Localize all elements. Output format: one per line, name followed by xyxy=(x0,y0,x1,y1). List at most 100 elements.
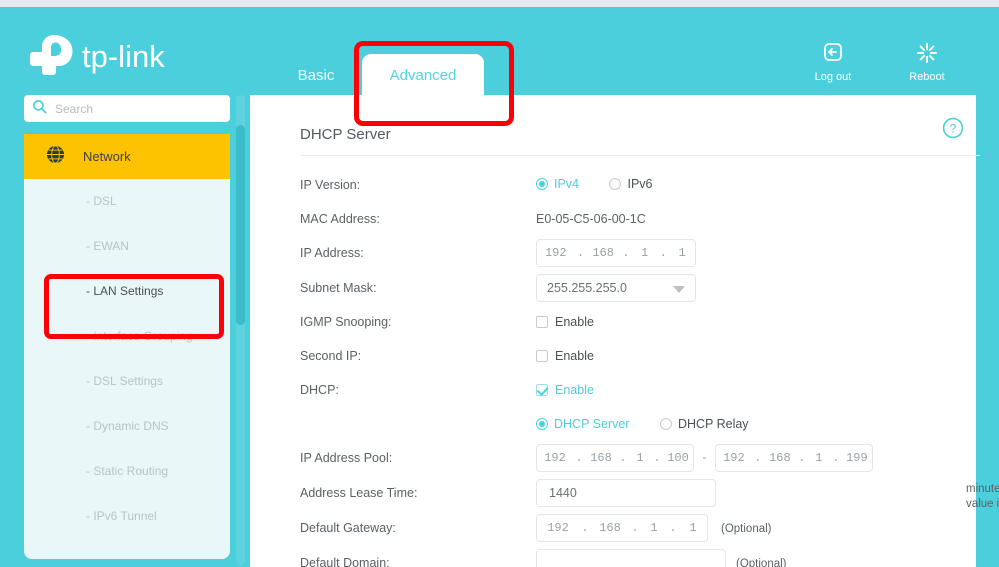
header-actions: Log out Reboot xyxy=(805,41,955,83)
address-lease-time-hint: minutes. (1-2880. The default value is 1… xyxy=(966,483,999,510)
tp-link-logo: tp-link xyxy=(24,31,234,77)
sidebar-item-label: - Dynamic DNS xyxy=(86,419,169,433)
ip-dot: . xyxy=(576,246,585,260)
search-box[interactable] xyxy=(24,95,230,122)
ip-pool-end-input[interactable]: 192 . 168 . 1 . 199 xyxy=(714,444,873,472)
sidebar-item-static-routing[interactable]: - Static Routing xyxy=(24,449,230,494)
address-lease-time-input[interactable] xyxy=(536,479,716,507)
default-domain-input[interactable] xyxy=(536,549,726,567)
logout-label: Log out xyxy=(814,71,852,83)
logout-button[interactable]: Log out xyxy=(805,41,861,83)
row-default-gateway: Default Gateway: 192 . 168 . 1 . 1 (Opti… xyxy=(300,514,976,549)
router-admin-page: tp-link Basic Advanced Log out Reboot Se… xyxy=(0,7,999,567)
gateway-octet-2[interactable]: 168 xyxy=(591,521,629,535)
radio-ipv6-control xyxy=(609,177,622,190)
pool-start-octet-3[interactable]: 1 xyxy=(629,451,651,465)
pool-end-octet-1[interactable]: 192 xyxy=(716,451,752,465)
svg-text:?: ? xyxy=(950,122,957,136)
logout-icon xyxy=(805,41,861,67)
radio-ipv4[interactable]: IPv4 xyxy=(536,177,579,191)
dhcp-server-form: IP Version: IPv4 IPv6 MAC Address: E0-05… xyxy=(300,171,999,567)
subnet-mask-label: Subnet Mask: xyxy=(300,281,377,295)
sidebar: Network - DSL - EWAN - LAN Settings - In… xyxy=(20,95,242,567)
content-panel: DHCP Server ? IP Version: IPv4 IPv6 MAC … xyxy=(250,95,999,567)
pool-end-octet-3[interactable]: 1 xyxy=(808,451,830,465)
ip-address-label: IP Address: xyxy=(300,246,364,260)
ip-dot: . xyxy=(659,246,667,260)
svg-text:tp-link: tp-link xyxy=(82,39,165,74)
pool-start-octet-2[interactable]: 168 xyxy=(585,451,617,465)
ip-dot: . xyxy=(619,451,627,465)
sidebar-item-interface-grouping[interactable]: - Interface Grouping xyxy=(24,314,230,359)
chevron-down-icon xyxy=(673,286,685,293)
globe-icon xyxy=(46,144,65,169)
sidebar-scrollbar-thumb[interactable] xyxy=(236,125,245,325)
default-gateway-input[interactable]: 192 . 168 . 1 . 1 xyxy=(536,514,708,542)
checkbox-dhcp-enable[interactable]: Enable xyxy=(536,383,594,397)
row-subnet-mask: Subnet Mask: 255.255.255.0 xyxy=(300,274,976,308)
gateway-octet-3[interactable]: 1 xyxy=(641,521,667,535)
row-mac-address: MAC Address: E0-05-C5-06-00-1C xyxy=(300,205,976,239)
search-input[interactable] xyxy=(55,101,222,116)
default-domain-hint: (Optional) xyxy=(736,558,787,567)
row-dhcp-mode: DHCP Server DHCP Relay xyxy=(300,410,976,444)
gateway-octet-4[interactable]: 1 xyxy=(679,521,707,535)
checkbox-second-ip-control xyxy=(536,349,548,362)
ip-dot: . xyxy=(622,246,630,260)
radio-dhcp-server-label: DHCP Server xyxy=(554,416,630,431)
checkbox-second-ip-label: Enable xyxy=(555,348,594,363)
pool-end-octet-4[interactable]: 199 xyxy=(842,451,872,465)
ip-dot: . xyxy=(631,521,639,535)
page-title: DHCP Server xyxy=(300,126,391,143)
pool-start-octet-4[interactable]: 100 xyxy=(663,451,693,465)
ip-octet-4[interactable]: 1 xyxy=(669,246,695,260)
row-ip-address: IP Address: 192 . 168 . 1 . 1 xyxy=(300,239,976,274)
ip-address-pool-label: IP Address Pool: xyxy=(300,451,393,465)
ip-address-input[interactable]: 192 . 168 . 1 . 1 xyxy=(536,239,696,267)
row-ip-version: IP Version: IPv4 IPv6 xyxy=(300,171,976,205)
ip-dot: . xyxy=(754,451,762,465)
tab-advanced-label: Advanced xyxy=(389,67,457,84)
sidebar-item-label: - Interface Grouping xyxy=(86,329,193,343)
ip-pool-start-input[interactable]: 192 . 168 . 1 . 100 xyxy=(536,444,694,472)
checkbox-igmp-label: Enable xyxy=(555,314,594,329)
radio-ipv4-control xyxy=(536,177,548,190)
sidebar-item-ipv6-tunnel[interactable]: - IPv6 Tunnel xyxy=(24,494,230,539)
ip-octet-1[interactable]: 192 xyxy=(537,246,575,260)
reboot-button[interactable]: Reboot xyxy=(899,41,955,83)
pool-end-octet-2[interactable]: 168 xyxy=(764,451,796,465)
checkbox-second-ip[interactable]: Enable xyxy=(536,349,594,363)
checkbox-igmp-snooping[interactable]: Enable xyxy=(536,315,594,329)
subnet-mask-value: 255.255.255.0 xyxy=(547,281,627,295)
sidebar-item-ewan[interactable]: - EWAN xyxy=(24,224,230,269)
radio-dhcp-server-control xyxy=(536,417,548,430)
row-address-lease-time: Address Lease Time: minutes. (1-2880. Th… xyxy=(300,479,999,514)
radio-dhcp-relay[interactable]: DHCP Relay xyxy=(659,417,749,431)
second-ip-label: Second IP: xyxy=(300,349,362,363)
ip-octet-3[interactable]: 1 xyxy=(632,246,658,260)
sidebar-item-lan-settings[interactable]: - LAN Settings xyxy=(24,269,230,314)
sidebar-item-dsl[interactable]: - DSL xyxy=(24,179,230,224)
ip-dot: . xyxy=(581,521,589,535)
reboot-label: Reboot xyxy=(909,71,945,83)
row-second-ip: Second IP: Enable xyxy=(300,342,976,376)
sidebar-group-network[interactable]: Network xyxy=(24,134,230,179)
sidebar-item-dynamic-dns[interactable]: - Dynamic DNS xyxy=(24,404,230,449)
radio-ipv6[interactable]: IPv6 xyxy=(609,177,652,191)
radio-dhcp-server[interactable]: DHCP Server xyxy=(536,417,629,431)
radio-ipv6-label: IPv6 xyxy=(627,176,653,191)
ip-dot: . xyxy=(798,451,806,465)
checkbox-dhcp-label: Enable xyxy=(555,382,594,397)
sidebar-submenu: - DSL - EWAN - LAN Settings - Interface … xyxy=(24,179,230,559)
tab-basic-label: Basic xyxy=(297,67,335,84)
subnet-mask-select[interactable]: 255.255.255.0 xyxy=(536,274,696,302)
mac-address-label: MAC Address: xyxy=(300,212,380,226)
pool-start-octet-1[interactable]: 192 xyxy=(537,451,573,465)
row-default-domain: Default Domain: (Optional) xyxy=(300,549,976,567)
ip-octet-2[interactable]: 168 xyxy=(586,246,620,260)
help-icon[interactable]: ? xyxy=(942,117,964,144)
checkbox-dhcp-control xyxy=(536,383,548,396)
gateway-octet-1[interactable]: 192 xyxy=(537,521,579,535)
sidebar-item-dsl-settings[interactable]: - DSL Settings xyxy=(24,359,230,404)
default-gateway-hint: (Optional) xyxy=(721,523,772,535)
